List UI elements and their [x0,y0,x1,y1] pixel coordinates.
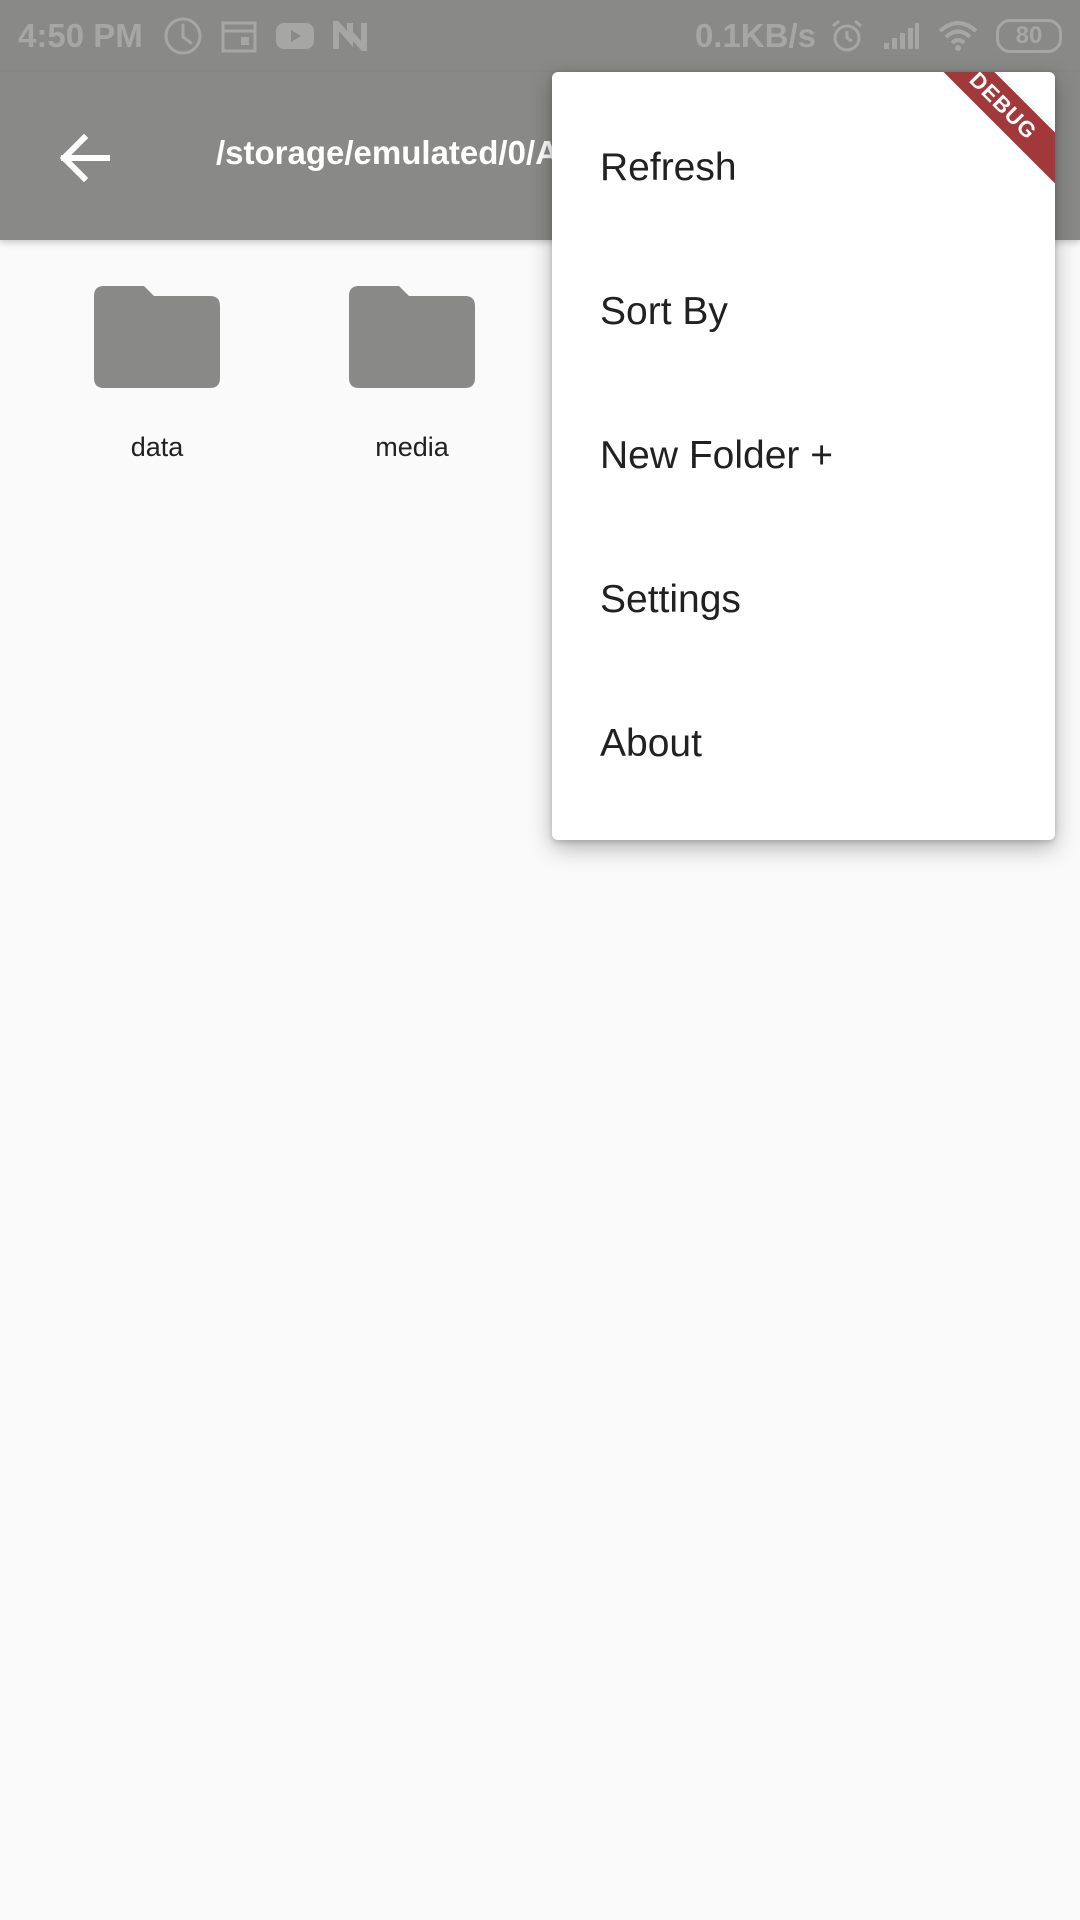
wifi-icon [938,21,978,51]
menu-item-settings[interactable]: Settings [552,528,1055,672]
n-app-icon [332,21,367,51]
network-speed: 0.1KB/s [694,17,816,54]
menu-item-refresh[interactable]: Refresh [552,96,1055,240]
folder-label: media [375,432,449,462]
folder-item-data[interactable]: data [47,240,267,470]
alarm-icon [830,19,864,53]
folder-icon [94,286,220,388]
calendar-icon [221,19,257,53]
menu-item-sort-by[interactable]: Sort By [552,240,1055,384]
folder-icon [349,286,475,388]
screen: 4:50 PM 0.1KB/s 80 /storage/emulated/0/A… [0,0,1080,1920]
youtube-icon [275,21,315,51]
folder-label: data [130,432,184,462]
signal-icon [882,21,920,51]
overflow-menu: Refresh Sort By New Folder + Settings Ab… [552,72,1055,840]
status-right: 0.1KB/s 80 [695,0,1062,72]
battery-icon: 80 [996,19,1062,53]
status-bar: 4:50 PM 0.1KB/s 80 [0,0,1080,72]
arrow-left-icon [59,134,110,182]
status-time: 4:50 PM [18,17,143,54]
back-button[interactable] [48,122,120,194]
current-path-title: /storage/emulated/0/Android [216,134,556,171]
menu-item-about[interactable]: About [552,672,1055,816]
clock-icon [163,16,203,56]
menu-item-new-folder[interactable]: New Folder + [552,384,1055,528]
folder-item-media[interactable]: media [302,240,522,470]
status-left: 4:50 PM [18,0,385,72]
